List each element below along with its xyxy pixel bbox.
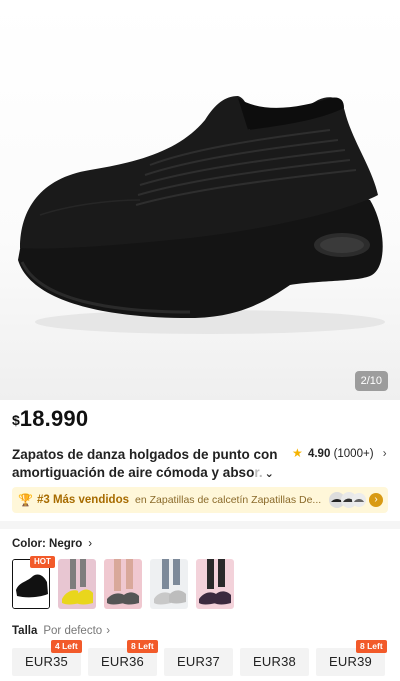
rating-count: (1000+) (333, 448, 374, 460)
expand-chevron-icon[interactable]: ⌄ (265, 468, 274, 480)
stock-badge: 4 Left (51, 640, 82, 653)
shoe-image (18, 96, 385, 334)
swatch-yellow[interactable] (58, 559, 96, 609)
rank-category: en Zapatillas de calcetín Zapatillas De.… (135, 494, 322, 506)
size-options: EUR35 4 Left EUR36 8 Left EUR37 EUR38 EU… (0, 640, 400, 681)
title-line-2-text: amortiguación de aire cómoda y abso (12, 465, 255, 480)
color-label-text: Color: Negro (12, 538, 83, 550)
chevron-right-icon: › (106, 625, 111, 637)
rating-score: 4.90 (307, 448, 331, 460)
stock-badge: 8 Left (356, 640, 387, 653)
chevron-right-icon: › (382, 448, 387, 460)
stock-badge: 8 Left (127, 640, 158, 653)
image-counter: 2/10 (354, 371, 388, 391)
rank-text: #3 Más vendidos (36, 494, 129, 506)
bestseller-rank-bar[interactable]: 🏆 #3 Más vendidos en Zapatillas de calce… (12, 487, 388, 513)
swatch-silver[interactable] (150, 559, 188, 609)
product-price: $18.990 (12, 406, 88, 432)
title-line-1: Zapatos de danza holgados de punto con (12, 447, 278, 462)
size-selector-label[interactable]: Talla Por defecto › (12, 625, 110, 637)
title-line-2-fade: r. (254, 465, 263, 480)
ranked-products-thumbnails (329, 492, 366, 508)
swatch-gray-pink[interactable] (104, 559, 142, 609)
size-default-text: Por defecto (43, 625, 103, 637)
size-option[interactable]: EUR37 (164, 648, 233, 676)
swatch-purple[interactable] (196, 559, 234, 609)
section-divider (0, 521, 400, 529)
size-label-text: Talla (12, 625, 38, 637)
trophy-icon: 🏆 (18, 493, 33, 507)
chevron-right-icon: › (369, 493, 383, 507)
product-rating[interactable]: ★ 4.90 (1000+) › (292, 446, 387, 460)
product-image-gallery[interactable]: 2/10 (0, 0, 400, 400)
color-selector-label[interactable]: Color: Negro › (12, 538, 92, 550)
product-title[interactable]: Zapatos de danza holgados de punto con a… (12, 446, 284, 483)
title-line-2: amortiguación de aire cómoda y absor. ⌄ (12, 464, 284, 483)
size-option[interactable]: EUR38 (240, 648, 309, 676)
price-amount: 18.990 (19, 406, 89, 431)
hot-badge: HOT (30, 556, 55, 568)
currency-symbol: $ (12, 412, 20, 428)
star-icon: ★ (292, 446, 303, 460)
chevron-right-icon: › (88, 538, 93, 550)
